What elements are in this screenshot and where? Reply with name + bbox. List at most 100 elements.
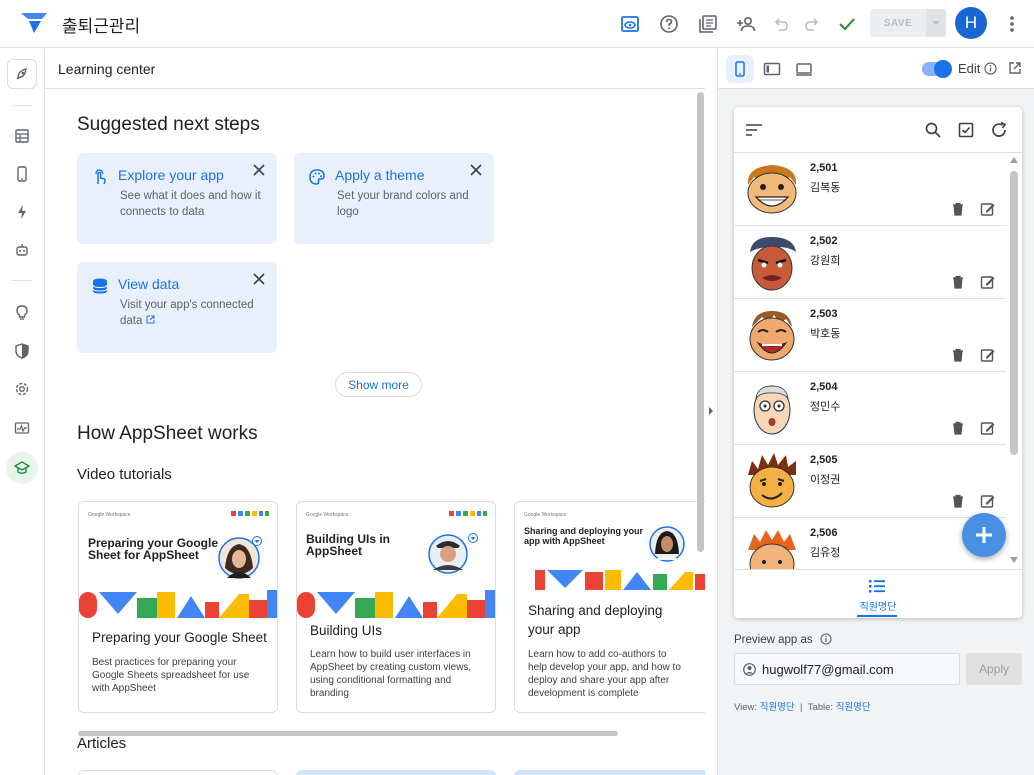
add-person-icon[interactable] <box>734 12 758 36</box>
brand-shapes-icon <box>79 590 277 618</box>
info-icon[interactable] <box>984 62 997 80</box>
appsheet-logo[interactable] <box>20 11 48 40</box>
apply-button[interactable]: Apply <box>966 653 1022 685</box>
view-table-info: View: 직원명단 | Table: 직원명단 <box>734 699 871 713</box>
show-more-button[interactable]: Show more <box>335 372 422 397</box>
card-title[interactable]: Explore your app <box>118 167 224 183</box>
sort-icon[interactable] <box>746 123 762 141</box>
delete-icon[interactable] <box>950 420 966 436</box>
top-bar: 출퇴근관리 SAVE H <box>0 0 1034 48</box>
edit-icon[interactable] <box>980 274 996 290</box>
tablet-device-icon[interactable] <box>758 55 786 83</box>
employee-name: 이정권 <box>810 474 841 486</box>
video-title[interactable]: Building UIs <box>310 623 495 638</box>
user-avatar[interactable]: H <box>955 7 987 39</box>
edit-icon[interactable] <box>980 201 996 217</box>
automation-bolt-icon[interactable] <box>8 198 36 226</box>
article-card[interactable] <box>78 770 278 775</box>
settings-gear-icon[interactable] <box>8 375 36 403</box>
learning-center-icon[interactable] <box>6 452 38 484</box>
redo-icon[interactable] <box>800 12 824 36</box>
article-card[interactable] <box>514 770 705 775</box>
card-description: Set your brand colors and logo <box>337 190 469 218</box>
list-item[interactable]: 2,505 이정권 <box>734 445 1006 518</box>
save-dropdown-button[interactable] <box>926 9 946 37</box>
touch-icon <box>91 168 109 186</box>
delete-icon[interactable] <box>950 274 966 290</box>
list-item[interactable]: 2,502 강원희 <box>734 226 1006 299</box>
collapse-panel-handle[interactable] <box>705 404 717 418</box>
list-item[interactable]: 2,503 박호동 <box>734 299 1006 372</box>
open-external-icon[interactable] <box>146 315 155 324</box>
chevron-down-icon <box>932 21 940 25</box>
edit-toggle[interactable] <box>922 60 952 78</box>
brand-shapes-icon <box>535 570 705 590</box>
video-title[interactable]: Sharing and deploying your app <box>528 601 688 639</box>
close-icon[interactable] <box>253 272 265 285</box>
video-thumbnail[interactable]: Google Workspace Preparing your Google S… <box>79 502 277 618</box>
vertical-scrollbar[interactable] <box>697 92 704 552</box>
list-scroll-thumb[interactable] <box>1010 171 1018 455</box>
article-card[interactable] <box>296 770 496 775</box>
video-thumbnail[interactable]: Google Workspace Building UIs in AppShee… <box>297 502 495 618</box>
nav-tab-employee-list[interactable]: 직원명단 <box>734 598 1022 613</box>
thumb-title: Preparing your Google Sheet for AppSheet <box>88 536 219 562</box>
view-link[interactable]: 직원명단 <box>760 702 795 713</box>
monitor-activity-icon[interactable] <box>8 414 36 442</box>
add-fab-button[interactable] <box>962 513 1006 557</box>
video-card-sharing-deploying[interactable]: Google Workspace Sharing and deploying y… <box>514 501 705 713</box>
open-new-window-icon[interactable] <box>1008 61 1022 80</box>
video-title[interactable]: Preparing your Google Sheet <box>92 630 277 645</box>
employee-name: 강원희 <box>810 255 841 267</box>
mobile-device-icon[interactable] <box>726 55 754 83</box>
edit-icon[interactable] <box>980 347 996 363</box>
undo-icon[interactable] <box>769 12 793 36</box>
list-view-icon[interactable] <box>868 578 886 594</box>
security-shield-icon[interactable] <box>8 337 36 365</box>
preview-email-input[interactable]: hugwolf77@gmail.com <box>734 653 960 685</box>
scroll-up-icon[interactable] <box>1010 157 1018 163</box>
card-title[interactable]: View data <box>118 276 179 292</box>
save-button[interactable]: SAVE <box>870 9 926 37</box>
phone-views-icon[interactable] <box>8 160 36 188</box>
close-icon[interactable] <box>253 163 265 176</box>
table-link[interactable]: 직원명단 <box>836 702 871 713</box>
delete-icon[interactable] <box>950 493 966 509</box>
preview-eye-icon[interactable] <box>618 12 642 36</box>
app-header <box>734 107 1022 153</box>
edit-icon[interactable] <box>980 493 996 509</box>
card-description: See what it does and how it connects to … <box>120 190 261 218</box>
horizontal-scrollbar[interactable] <box>78 731 618 736</box>
preview-as-text: Preview app as <box>734 634 813 646</box>
search-icon[interactable] <box>925 122 941 143</box>
card-description-text: Visit your app's connected data <box>120 299 254 327</box>
refresh-icon[interactable] <box>990 121 1008 144</box>
learning-center-content: Suggested next steps Explore your app Se… <box>45 90 705 775</box>
list-item[interactable]: 2,504 정민수 <box>734 372 1006 445</box>
suggestion-card-theme[interactable]: Apply a theme Set your brand colors and … <box>294 153 494 244</box>
desktop-device-icon[interactable] <box>790 55 818 83</box>
rocket-icon[interactable] <box>7 59 37 89</box>
lightbulb-icon[interactable] <box>8 298 36 326</box>
thumb-title: Sharing and deploying your app with AppS… <box>524 526 644 546</box>
close-icon[interactable] <box>470 163 482 176</box>
select-checkbox-icon[interactable] <box>958 122 974 143</box>
more-vert-icon[interactable] <box>1000 12 1024 36</box>
delete-icon[interactable] <box>950 201 966 217</box>
workspace-apps-icon <box>231 511 269 516</box>
list-item[interactable]: 2,501 김복동 <box>734 153 1006 226</box>
video-card-building-uis[interactable]: Google Workspace Building UIs in AppShee… <box>296 501 496 713</box>
edit-icon[interactable] <box>980 420 996 436</box>
plus-icon <box>976 527 992 543</box>
bot-icon[interactable] <box>8 236 36 264</box>
scroll-down-icon[interactable] <box>1010 557 1018 563</box>
delete-icon[interactable] <box>950 347 966 363</box>
help-icon[interactable] <box>657 12 681 36</box>
video-card-preparing-sheet[interactable]: Google Workspace Preparing your Google S… <box>78 501 278 713</box>
info-icon[interactable] <box>820 633 832 645</box>
library-icon[interactable] <box>696 12 720 36</box>
suggestion-card-view-data[interactable]: View data Visit your app's connected dat… <box>77 262 277 353</box>
card-title[interactable]: Apply a theme <box>335 167 425 183</box>
data-table-icon[interactable] <box>8 122 36 150</box>
suggestion-card-explore[interactable]: Explore your app See what it does and ho… <box>77 153 277 244</box>
